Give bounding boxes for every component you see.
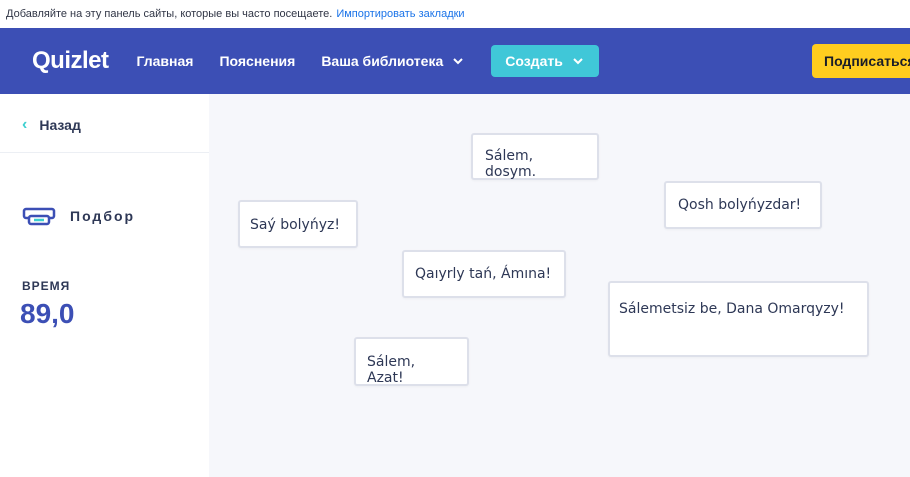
match-card-text: Saý bolyńyz!	[250, 217, 340, 233]
top-navigation: Quizlet Главная Пояснения Ваша библиотек…	[0, 28, 910, 94]
match-card-text: Sálem, dosym.	[485, 148, 537, 180]
timer-label: ВРЕМЯ	[22, 279, 71, 293]
sidebar: ‹ Назад Подбор ВРЕМЯ 89,0	[0, 94, 209, 477]
match-card[interactable]: Sálemetsiz be, Dana Omarqyzy!	[608, 281, 869, 357]
match-card[interactable]: Saý bolyńyz!	[238, 200, 358, 248]
back-button[interactable]: ‹ Назад	[22, 116, 81, 134]
match-card[interactable]: Qosh bolyńyzdar!	[664, 181, 822, 229]
create-button-label: Создать	[505, 53, 563, 69]
match-card-text: Qaıyrly tań, Ámına!	[415, 266, 552, 282]
chevron-down-icon	[573, 58, 583, 65]
sidebar-divider	[0, 152, 209, 153]
bookmarks-bar: Добавляйте на эту панель сайты, которые …	[0, 0, 910, 28]
nav-library[interactable]: Ваша библиотека	[321, 53, 465, 69]
match-card[interactable]: Sálem, Azat!	[354, 337, 469, 386]
match-card-text: Sálemetsiz be, Dana Omarqyzy!	[619, 301, 845, 317]
mode-title-label: Подбор	[70, 208, 136, 224]
nav-library-label: Ваша библиотека	[321, 53, 444, 69]
mode-title: Подбор	[22, 206, 135, 226]
subscribe-button[interactable]: Подписаться	[812, 44, 910, 78]
match-card-text: Sálem, Azat!	[367, 354, 416, 386]
match-mode-icon	[22, 207, 56, 226]
match-card-text: Qosh bolyńyzdar!	[678, 197, 802, 213]
nav-explanations[interactable]: Пояснения	[219, 53, 295, 69]
match-card[interactable]: Qaıyrly tań, Ámına!	[402, 250, 566, 298]
bookmarks-bar-hint: Добавляйте на эту панель сайты, которые …	[6, 8, 333, 20]
quizlet-logo[interactable]: Quizlet	[32, 47, 109, 75]
chevron-left-icon: ‹	[22, 116, 28, 133]
chevron-down-icon	[453, 58, 463, 65]
nav-home[interactable]: Главная	[137, 53, 194, 69]
create-button[interactable]: Создать	[491, 45, 599, 77]
back-button-label: Назад	[39, 117, 81, 133]
timer-value: 89,0	[20, 298, 75, 329]
import-bookmarks-link[interactable]: Импортировать закладки	[336, 8, 464, 20]
match-board: Sálem, dosym. Qosh bolyńyzdar! Saý bolyń…	[209, 94, 910, 477]
match-card[interactable]: Sálem, dosym.	[471, 133, 599, 180]
